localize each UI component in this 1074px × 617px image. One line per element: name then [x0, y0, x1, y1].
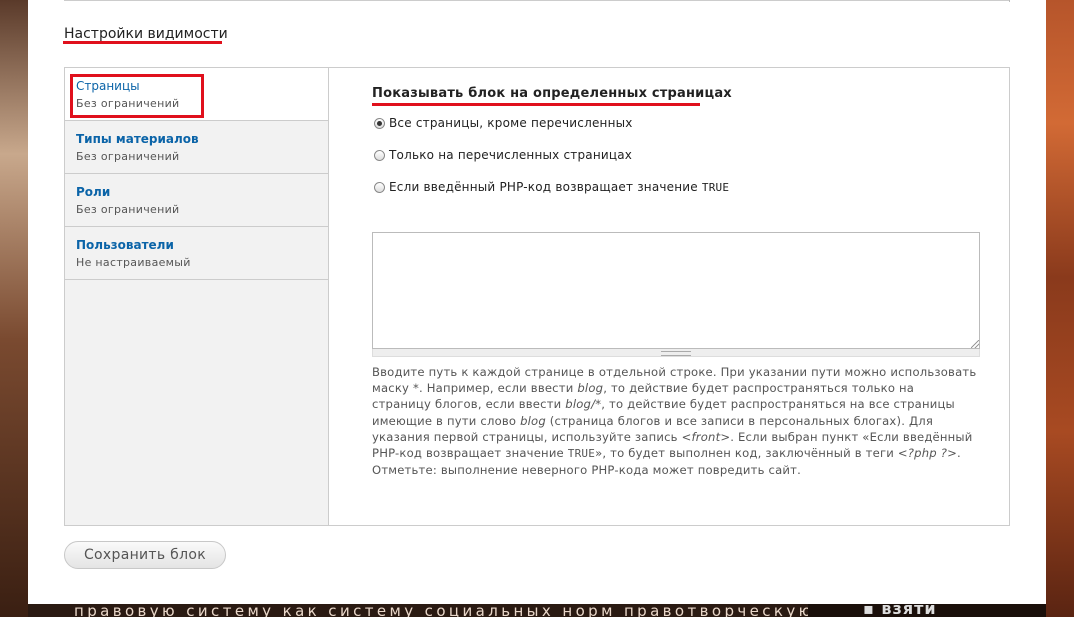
description-line: PHP-код возвращает значение TRUE», то бу…	[372, 446, 961, 461]
description-line: указания первой страницы, используйте за…	[372, 429, 973, 444]
radio-button[interactable]	[374, 182, 385, 193]
annotation-underline-section	[63, 41, 222, 44]
background-page-strip: правовую систему как систему социальных …	[28, 604, 1046, 617]
description-line: Вводите путь к каждой странице в отдельн…	[372, 365, 977, 379]
code-blog: blog	[577, 381, 604, 396]
top-divider	[64, 0, 1010, 1]
tab-users[interactable]: Пользователи Не настраиваемый	[65, 227, 328, 280]
background-block: ▪ взяти	[808, 604, 1046, 617]
tab-content-types-summary: Без ограничений	[76, 150, 180, 163]
background-photo-left	[0, 0, 28, 617]
annotation-underline-pane	[372, 103, 700, 106]
tab-users-label[interactable]: Пользователи	[76, 238, 174, 252]
pages-textarea[interactable]	[372, 232, 980, 349]
radio-label-code: TRUE	[701, 181, 730, 194]
top-divider-corner	[1009, 0, 1010, 2]
resize-corner-icon[interactable]	[971, 340, 979, 348]
pane-title: Показывать блок на определенных страница…	[372, 86, 732, 101]
radio-label[interactable]: Если введённый PHP-код возвращает значен…	[389, 180, 729, 194]
background-photo-right	[1046, 0, 1074, 617]
description-line: маску *. Например, если ввести blog, то …	[372, 381, 915, 396]
block-settings-panel: Настройки видимости Страницы Без огранич…	[28, 0, 1046, 604]
radio-label[interactable]: Все страницы, кроме перечисленных	[389, 116, 633, 130]
tab-users-summary: Не настраиваемый	[76, 256, 191, 269]
tab-roles[interactable]: Роли Без ограничений	[65, 174, 328, 227]
radio-button-checked[interactable]	[374, 118, 385, 129]
tab-content-types[interactable]: Типы материалов Без ограничений	[65, 121, 328, 174]
code-php-tags: <?php ?>	[897, 446, 957, 461]
description-line: Отметьте: выполнение неверного PHP-кода …	[372, 463, 801, 478]
radio-label[interactable]: Только на перечисленных страницах	[389, 148, 632, 162]
code-blog-wildcard: blog/*	[565, 397, 602, 412]
vertical-tabs-nav: Страницы Без ограничений Типы материалов…	[65, 68, 329, 525]
code-front: <front>	[681, 429, 731, 444]
pages-description: Вводите путь к каждой странице в отдельн…	[372, 364, 984, 478]
description-line: страницу блогов, если ввести blog/*, то …	[372, 397, 955, 412]
vertical-tabs: Страницы Без ограничений Типы материалов…	[64, 67, 1010, 526]
radio-button[interactable]	[374, 150, 385, 161]
description-line: имеющие в пути слово blog (страница блог…	[372, 413, 934, 428]
tab-roles-summary: Без ограничений	[76, 203, 180, 216]
tab-roles-label[interactable]: Роли	[76, 185, 110, 199]
tab-content-types-label[interactable]: Типы материалов	[76, 132, 199, 146]
code-true: TRUE	[567, 447, 596, 461]
background-block-text: ▪ взяти	[863, 604, 937, 617]
code-blog: blog	[520, 413, 546, 428]
textarea-resize-handle[interactable]	[372, 349, 980, 357]
radio-label-text: Если введённый PHP-код возвращает значен…	[389, 180, 702, 194]
background-text: правовую систему как систему социальных …	[74, 604, 836, 617]
save-block-button[interactable]: Сохранить блок	[64, 541, 226, 569]
annotation-highlight-box	[70, 74, 204, 118]
